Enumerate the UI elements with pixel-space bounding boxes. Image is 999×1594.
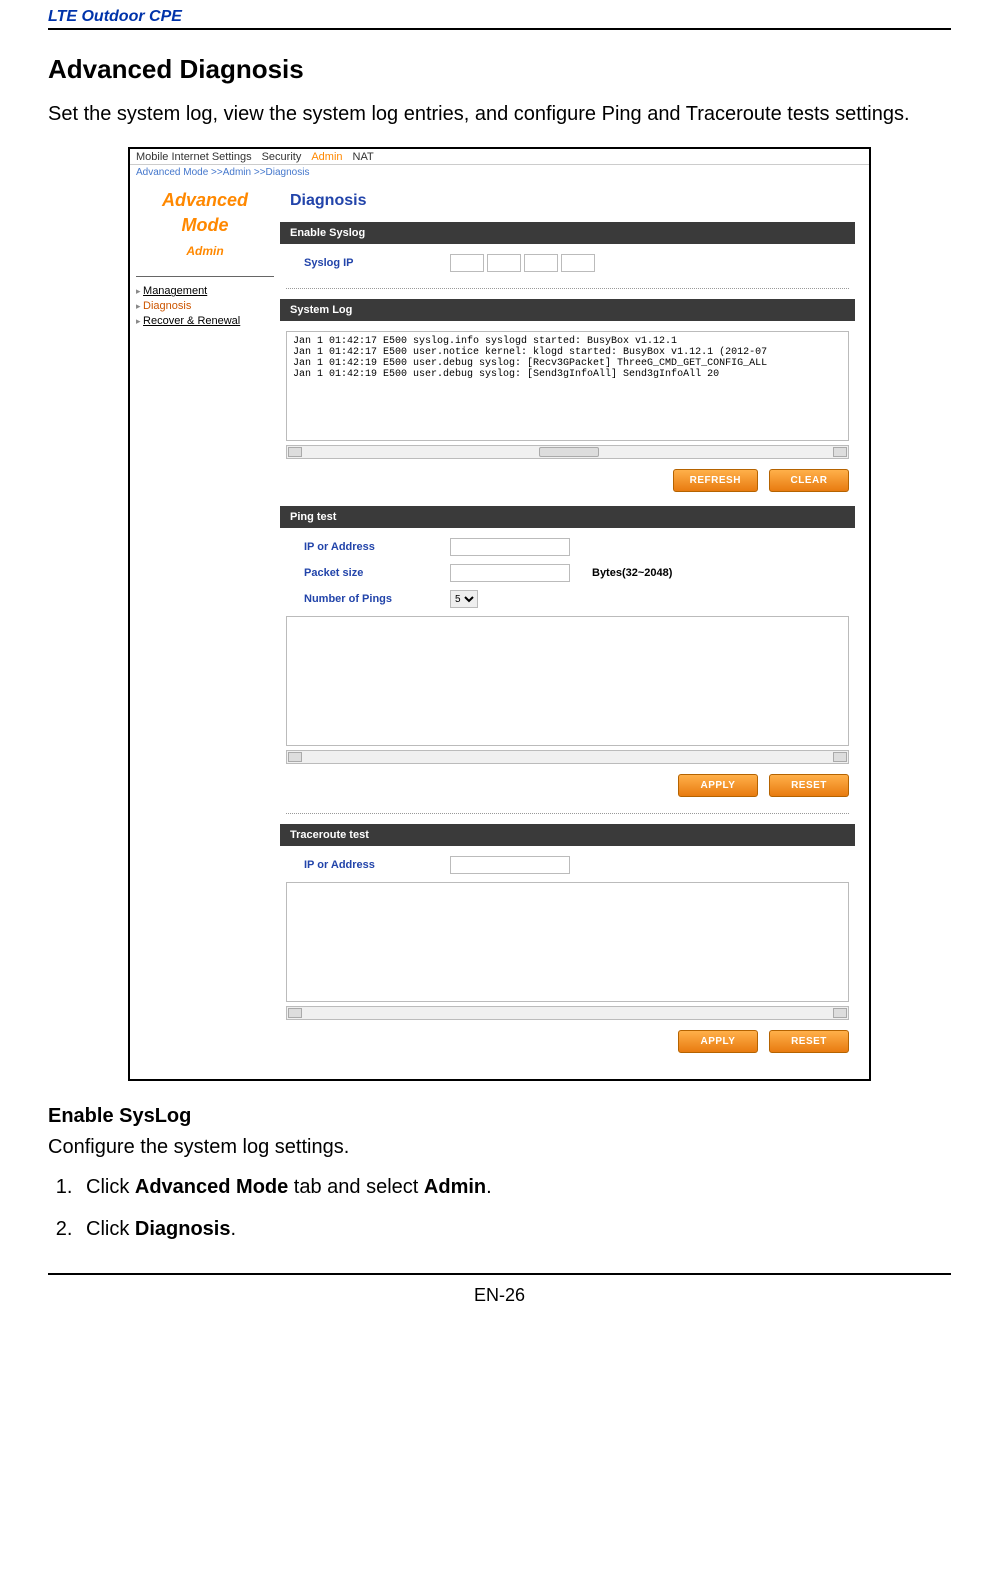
system-log-box[interactable]: Jan 1 01:42:17 E500 syslog.info syslogd … — [286, 331, 849, 441]
step1-post: . — [486, 1176, 492, 1198]
sidebar-divider — [136, 276, 274, 277]
syslog-ip-oct3[interactable] — [524, 254, 558, 272]
subsection-text: Configure the system log settings. — [48, 1136, 951, 1159]
num-pings-label: Number of Pings — [304, 593, 434, 605]
log-line: Jan 1 01:42:19 E500 user.debug syslog: [… — [293, 358, 842, 369]
step-1: Click Advanced Mode tab and select Admin… — [78, 1173, 951, 1201]
clear-button[interactable]: CLEAR — [769, 469, 849, 492]
section-system-log: System Log — [280, 299, 855, 321]
section-traceroute: Traceroute test — [280, 824, 855, 846]
refresh-button[interactable]: REFRESH — [673, 469, 758, 492]
top-tabs: Mobile Internet Settings Security Admin … — [130, 149, 869, 165]
step1-pre: Click — [86, 1176, 135, 1198]
packet-size-note: Bytes(32~2048) — [592, 567, 672, 579]
section-title: Advanced Diagnosis — [48, 54, 951, 85]
step1-b2: Admin — [424, 1176, 486, 1198]
trace-ip-input[interactable] — [450, 856, 570, 874]
step1-b1: Advanced Mode — [135, 1176, 288, 1198]
screenshot-figure: Mobile Internet Settings Security Admin … — [128, 147, 871, 1081]
reset-button[interactable]: RESET — [769, 774, 849, 797]
sidebar-group-label: Admin — [136, 244, 274, 258]
syslog-ip-row: Syslog IP — [304, 254, 855, 272]
advanced-mode-label: Advanced Mode — [136, 188, 274, 238]
scrollbar[interactable] — [286, 750, 849, 764]
syslog-ip-oct2[interactable] — [487, 254, 521, 272]
step1-mid: tab and select — [288, 1176, 424, 1198]
tab-mobile-internet[interactable]: Mobile Internet Settings — [136, 151, 252, 163]
sidebar-item-diagnosis[interactable]: Diagnosis — [136, 300, 274, 312]
doc-header: LTE Outdoor CPE — [48, 8, 951, 30]
syslog-ip-oct1[interactable] — [450, 254, 484, 272]
syslog-buttons: REFRESH CLEAR — [286, 469, 849, 492]
trace-buttons: APPLY RESET — [286, 1030, 849, 1053]
syslog-ip-oct4[interactable] — [561, 254, 595, 272]
num-pings-row: Number of Pings 5 — [304, 590, 855, 608]
page-title: Diagnosis — [290, 192, 855, 210]
sidebar: Advanced Mode Admin Management Diagnosis… — [130, 180, 280, 1079]
ping-buttons: APPLY RESET — [286, 774, 849, 797]
tab-nat[interactable]: NAT — [353, 151, 374, 163]
breadcrumb: Advanced Mode >>Admin >>Diagnosis — [130, 165, 869, 180]
trace-ip-row: IP or Address — [304, 856, 855, 874]
sidebar-item-label: Diagnosis — [143, 300, 191, 312]
sidebar-item-label: Management — [143, 285, 207, 297]
scrollbar[interactable] — [286, 1006, 849, 1020]
scrollbar[interactable] — [286, 445, 849, 459]
trace-ip-label: IP or Address — [304, 859, 434, 871]
sidebar-item-recover[interactable]: Recover & Renewal — [136, 315, 274, 327]
apply-button[interactable]: APPLY — [678, 774, 758, 797]
ping-ip-label: IP or Address — [304, 541, 434, 553]
divider — [286, 813, 849, 814]
sidebar-list: Management Diagnosis Recover & Renewal — [136, 285, 274, 327]
syslog-ip-label: Syslog IP — [304, 257, 434, 269]
section-enable-syslog: Enable Syslog — [280, 222, 855, 244]
subsection-title: Enable SysLog — [48, 1105, 951, 1128]
packet-size-input[interactable] — [450, 564, 570, 582]
intro-text: Set the system log, view the system log … — [48, 99, 951, 129]
log-line: Jan 1 01:42:19 E500 user.debug syslog: [… — [293, 369, 842, 380]
log-line: Jan 1 01:42:17 E500 syslog.info syslogd … — [293, 336, 842, 347]
step2-b1: Diagnosis — [135, 1218, 231, 1240]
step-2: Click Diagnosis. — [78, 1215, 951, 1243]
doc-header-title: LTE Outdoor CPE — [48, 8, 182, 25]
step2-pre: Click — [86, 1218, 135, 1240]
trace-result-box[interactable] — [286, 882, 849, 1002]
ping-ip-row: IP or Address — [304, 538, 855, 556]
packet-size-row: Packet size Bytes(32~2048) — [304, 564, 855, 582]
tab-admin[interactable]: Admin — [311, 151, 342, 163]
advmode-line1: Advanced — [162, 190, 248, 210]
step2-post: . — [230, 1218, 236, 1240]
section-ping-test: Ping test — [280, 506, 855, 528]
reset-button[interactable]: RESET — [769, 1030, 849, 1053]
log-line: Jan 1 01:42:17 E500 user.notice kernel: … — [293, 347, 842, 358]
sidebar-item-label: Recover & Renewal — [143, 315, 240, 327]
main-content: Diagnosis Enable Syslog Syslog IP System… — [280, 180, 869, 1079]
steps-list: Click Advanced Mode tab and select Admin… — [48, 1173, 951, 1243]
packet-size-label: Packet size — [304, 567, 434, 579]
page-footer: EN-26 — [48, 1273, 951, 1306]
ping-result-box[interactable] — [286, 616, 849, 746]
apply-button[interactable]: APPLY — [678, 1030, 758, 1053]
divider — [286, 288, 849, 289]
num-pings-select[interactable]: 5 — [450, 590, 478, 608]
sidebar-item-management[interactable]: Management — [136, 285, 274, 297]
tab-security[interactable]: Security — [262, 151, 302, 163]
advmode-line2: Mode — [182, 215, 229, 235]
ping-ip-input[interactable] — [450, 538, 570, 556]
